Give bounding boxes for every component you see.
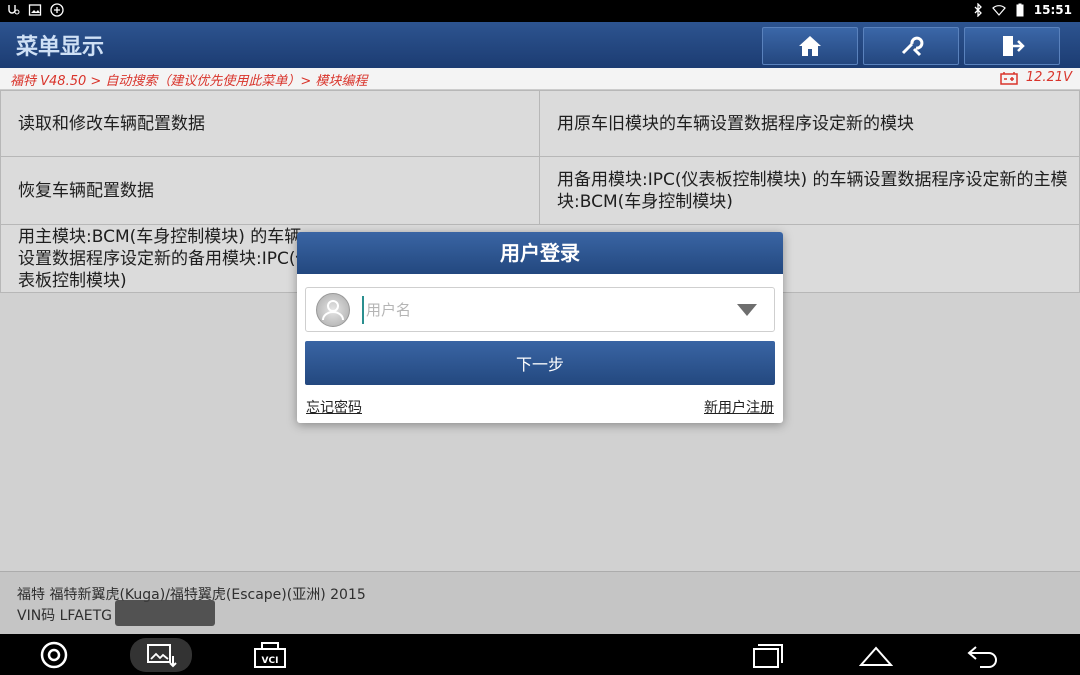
register-link[interactable]: 新用户注册 [704,397,774,417]
browser-button[interactable] [36,638,72,672]
recent-apps-button[interactable] [750,638,786,672]
image-icon [28,4,42,16]
home-icon [799,36,821,56]
username-input[interactable] [362,296,722,324]
usb-debug-icon [8,5,20,15]
wifi-icon [991,5,1006,16]
back-button[interactable] [965,638,1001,672]
breadcrumb-path: 福特 V48.50 > 自动搜索（建议优先使用此菜单）> 模块编程 [10,74,368,89]
status-bar: 15:51 [0,0,1080,22]
next-button[interactable]: 下一步 [305,341,775,385]
bluetooth-icon [974,3,982,17]
wrench-icon [901,36,924,57]
app-header: 菜单显示 [0,22,1080,68]
gallery-download-icon [147,644,177,668]
recent-apps-icon [753,644,783,668]
chrome-icon [40,641,68,669]
vci-button[interactable]: VCI [252,638,288,672]
home-nav-button[interactable] [858,638,894,672]
page-title: 菜单显示 [16,35,105,60]
system-nav-bar: VCI [0,634,1080,675]
username-field[interactable] [305,287,775,332]
car-battery-icon [1000,71,1018,85]
vci-icon: VCI [254,642,286,668]
battery-voltage: 12.21V [1000,70,1072,85]
status-time: 15:51 [1033,3,1072,17]
svg-text:VCI: VCI [262,656,279,666]
forgot-password-link[interactable]: 忘记密码 [306,397,362,417]
voltage-value: 12.21V [1025,70,1072,85]
breadcrumb: 福特 V48.50 > 自动搜索（建议优先使用此菜单）> 模块编程 12.21V [0,68,1080,90]
user-avatar-icon [316,293,350,327]
dialog-title: 用户登录 [297,232,783,274]
screenshot-button[interactable] [130,638,192,672]
diagnose-button[interactable] [863,27,959,65]
home-button[interactable] [762,27,858,65]
exit-button[interactable] [964,27,1060,65]
login-dialog: 用户登录 下一步 忘记密码 新用户注册 [297,232,783,423]
app-notification-icon [50,3,64,17]
back-icon [967,646,997,668]
chevron-down-icon[interactable] [736,303,758,317]
battery-icon [1016,3,1024,17]
exit-icon [1003,36,1025,56]
home-outline-icon [859,646,893,666]
